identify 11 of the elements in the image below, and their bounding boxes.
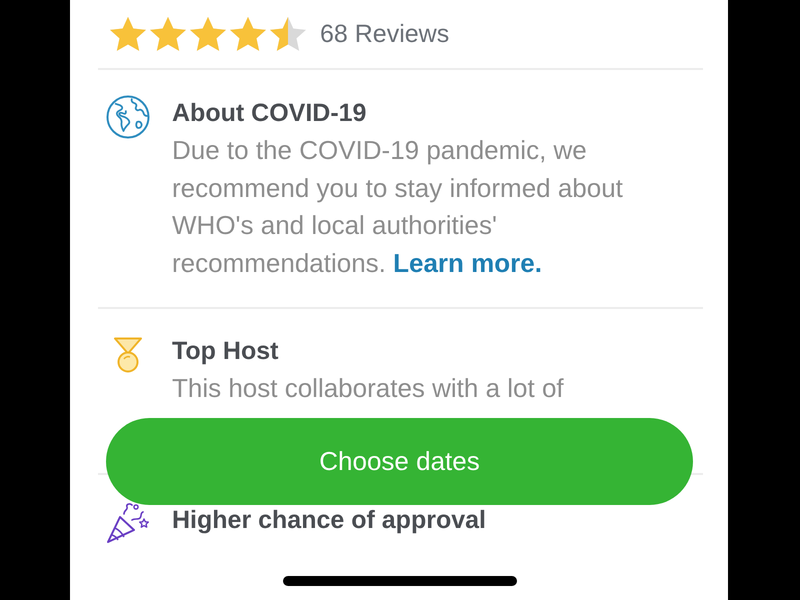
learn-more-link[interactable]: Learn more.	[393, 248, 542, 278]
globe-icon	[106, 95, 150, 139]
feature-description: Due to the COVID-19 pandemic, we recommend you to stay informed about WHO's and local authorities' recommendations. Learn more.	[172, 134, 624, 280]
feature-description: This host collaborates with a lot of	[172, 372, 565, 405]
feature-title: About COVID-19	[172, 98, 368, 129]
feature-title: Higher chance of approval	[172, 504, 487, 536]
reviews-count: 68 Reviews	[320, 20, 450, 48]
choose-dates-button[interactable]: Choose dates	[106, 418, 693, 505]
feature-title: Top Host	[172, 336, 280, 367]
party-popper-icon	[106, 502, 150, 544]
medal-icon	[113, 337, 143, 373]
